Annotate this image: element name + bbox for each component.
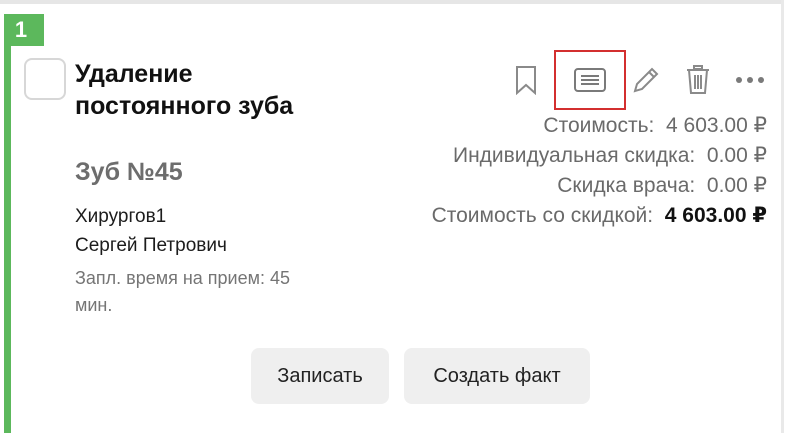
tooth-number: Зуб №45 (75, 158, 183, 186)
edit-button[interactable] (624, 58, 668, 102)
doctor-first-name: Сергей Петрович (75, 235, 227, 256)
card-border-right (781, 0, 784, 433)
delete-button[interactable] (676, 58, 720, 102)
price-summary: Стоимость: 4 603.00 ₽ Индивидуальная ски… (432, 111, 767, 231)
list-icon (574, 68, 606, 92)
create-fact-button[interactable]: Создать факт (404, 348, 590, 404)
more-button[interactable] (728, 58, 772, 102)
bookmark-icon (516, 66, 536, 95)
cost-label: Стоимость: (543, 114, 655, 137)
doctor-surname: Хирургов1 (75, 206, 167, 227)
trash-icon (687, 65, 709, 94)
discounted-cost-label: Стоимость со скидкой: (431, 204, 654, 227)
doctor-discount-value: 0.00 ₽ (706, 174, 767, 197)
bookmark-button[interactable] (504, 58, 548, 102)
service-title: Удаление постоянного зуба (75, 60, 294, 120)
discounted-cost-row: Стоимость со скидкой: 4 603.00 ₽ (432, 201, 767, 231)
select-checkbox[interactable] (24, 58, 66, 100)
cost-value: 4 603.00 ₽ (666, 114, 767, 137)
card-accent-bar (4, 18, 11, 433)
planned-time: Запл. время на прием: 45 мин. (75, 268, 291, 315)
more-icon (736, 77, 764, 83)
doctor-name: Хирургов1 Сергей Петрович (75, 202, 315, 260)
card-index-badge: 1 (4, 14, 44, 46)
card-border-top (0, 0, 784, 4)
record-button[interactable]: Записать (251, 348, 389, 404)
doctor-discount-label: Скидка врача: (557, 174, 696, 197)
discounted-cost-value: 4 603.00 ₽ (664, 204, 767, 227)
doctor-discount-row: Скидка врача: 0.00 ₽ (432, 171, 767, 201)
cost-row: Стоимость: 4 603.00 ₽ (432, 111, 767, 141)
details-button[interactable] (554, 50, 626, 110)
pencil-icon (633, 67, 659, 93)
individual-discount-row: Индивидуальная скидка: 0.00 ₽ (432, 141, 767, 171)
individual-discount-label: Индивидуальная скидка: (452, 144, 696, 167)
individual-discount-value: 0.00 ₽ (706, 144, 767, 167)
